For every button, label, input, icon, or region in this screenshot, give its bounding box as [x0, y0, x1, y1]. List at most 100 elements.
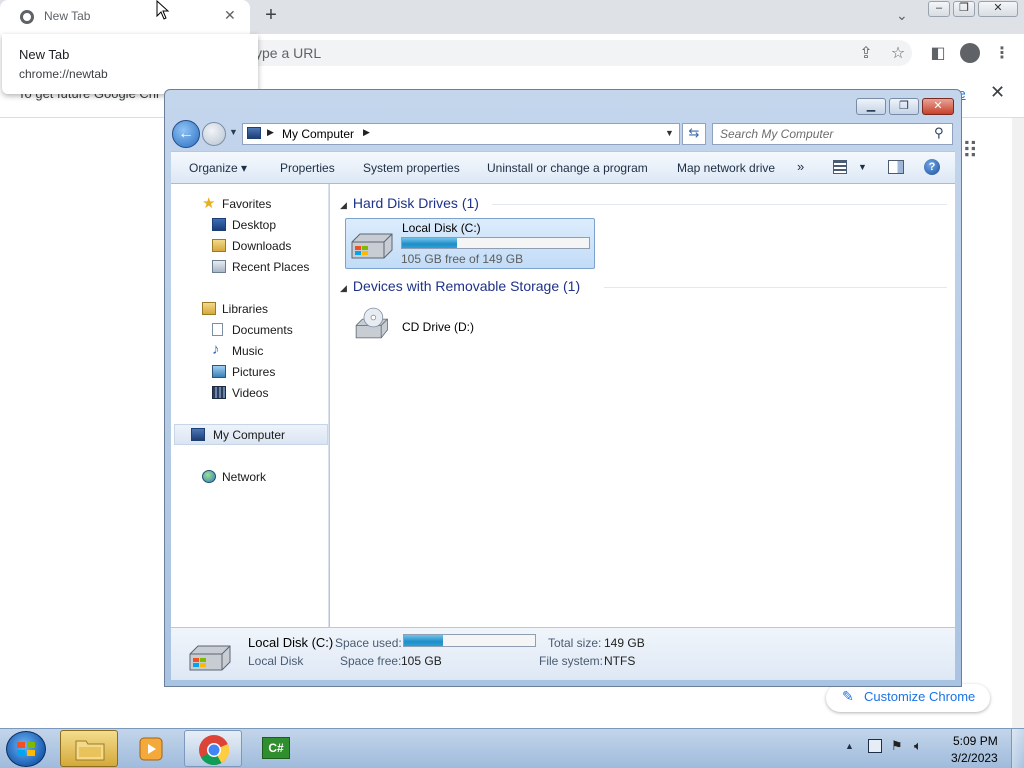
mouse-cursor-icon — [156, 0, 170, 20]
side-panel-icon[interactable]: ◧ — [928, 43, 948, 63]
show-hidden-icons-chevron-icon[interactable]: ▲ — [845, 741, 854, 751]
preview-pane-icon[interactable] — [888, 160, 904, 174]
nav-item-network[interactable]: Network — [190, 467, 326, 487]
nav-label: Favorites — [222, 197, 272, 211]
explorer-close-button[interactable]: ✕ — [922, 98, 954, 115]
breadcrumb-arrow-icon[interactable]: ▶ — [267, 127, 274, 138]
share-icon[interactable]: ⇪ — [856, 43, 876, 63]
tab-hover-card — [2, 34, 258, 94]
chrome-favicon-icon — [20, 10, 34, 24]
details-space-used-label: Space used: — [335, 636, 402, 650]
details-total-size-label: Total size: — [548, 636, 602, 650]
show-desktop-button[interactable] — [1011, 729, 1024, 768]
network-tray-icon[interactable] — [868, 739, 882, 753]
explorer-minimize-button[interactable]: ▁ — [856, 98, 886, 115]
drive-c-usage-fill — [402, 238, 457, 248]
profile-avatar-icon[interactable] — [960, 43, 980, 63]
infobar-close-icon[interactable]: ✕ — [990, 82, 1005, 103]
back-arrow-icon[interactable]: ← — [172, 120, 200, 148]
breadcrumb-arrow-icon[interactable]: ▶ — [363, 127, 370, 138]
chrome-minimize-button[interactable]: – — [928, 1, 950, 17]
videos-icon — [212, 386, 226, 399]
details-drive-name: Local Disk (C:) — [248, 635, 334, 650]
music-note-icon: ♪ — [212, 341, 220, 358]
network-globe-icon — [202, 470, 216, 483]
pictures-icon — [212, 365, 226, 378]
media-player-icon — [139, 737, 163, 761]
taskbar-explorer-button[interactable] — [60, 730, 118, 767]
new-tab-button[interactable]: + — [260, 4, 282, 27]
group-divider — [604, 287, 947, 288]
recent-pages-chevron-icon[interactable]: ▼ — [229, 127, 238, 137]
nav-item-documents[interactable]: Documents — [200, 320, 336, 340]
nav-label: Videos — [232, 386, 269, 400]
properties-button[interactable]: Properties — [280, 161, 335, 175]
help-icon[interactable]: ? — [924, 159, 940, 175]
uninstall-program-button[interactable]: Uninstall or change a program — [487, 161, 648, 175]
cd-drive-icon[interactable] — [348, 305, 394, 341]
nav-item-recent-places[interactable]: Recent Places — [200, 257, 336, 277]
chrome-close-button[interactable]: ✕ — [978, 1, 1018, 17]
explorer-restore-button[interactable]: ❐ — [889, 98, 919, 115]
search-icon[interactable]: ⚲ — [934, 125, 944, 141]
chrome-tab-new-tab[interactable]: New Tab ✕ — [0, 0, 250, 34]
details-file-system-value: NTFS — [604, 654, 636, 668]
hard-drive-icon — [189, 645, 231, 671]
address-dropdown-icon[interactable]: ▼ — [665, 128, 674, 138]
chrome-menu-icon[interactable]: ⋮ — [992, 43, 1012, 63]
nav-label: My Computer — [213, 428, 286, 442]
action-center-flag-icon[interactable]: ⚑ — [891, 739, 905, 753]
view-dropdown-icon[interactable]: ▼ — [858, 162, 867, 172]
map-network-drive-button[interactable]: Map network drive — [677, 161, 775, 175]
nav-label: Desktop — [232, 218, 277, 232]
my-computer-icon — [191, 428, 205, 441]
details-space-used-fill — [404, 635, 443, 646]
refresh-icon[interactable]: ⇆ — [682, 123, 706, 145]
hover-card-title: New Tab — [19, 47, 70, 62]
clock-time[interactable]: 5:09 PM — [953, 734, 998, 748]
chrome-restore-button[interactable]: ❐ — [953, 1, 975, 17]
cd-drive-name[interactable]: CD Drive (D:) — [402, 320, 474, 334]
nav-label: Music — [232, 344, 264, 358]
group-header-label: Devices with Removable Storage (1) — [352, 278, 581, 294]
nav-item-libraries[interactable]: Libraries — [190, 299, 326, 319]
libraries-icon — [202, 302, 216, 315]
organize-button[interactable]: Organize ▾ — [189, 161, 247, 175]
nav-item-favorites[interactable]: ★ Favorites — [190, 194, 326, 214]
desktop-icon — [212, 218, 226, 231]
clock-date[interactable]: 3/2/2023 — [951, 751, 998, 765]
hover-card-url: chrome://newtab — [19, 67, 108, 81]
pencil-icon: ✎ — [842, 688, 854, 704]
documents-icon — [212, 323, 223, 336]
tab-close-icon[interactable]: ✕ — [224, 7, 236, 24]
tab-search-chevron-icon[interactable]: ⌄ — [896, 7, 908, 24]
google-apps-grid-icon[interactable]: ⠿ — [962, 138, 978, 164]
nav-item-videos[interactable]: Videos — [200, 383, 336, 403]
taskbar-chrome-button[interactable] — [184, 730, 242, 767]
nav-label: Documents — [232, 323, 293, 337]
more-commands-button[interactable]: » — [797, 159, 804, 174]
nav-item-downloads[interactable]: Downloads — [200, 236, 336, 256]
nav-label: Libraries — [222, 302, 269, 316]
details-space-free-label: Space free: — [340, 654, 402, 668]
taskbar-media-player-button[interactable] — [122, 730, 180, 767]
page-scrollbar[interactable] — [1012, 118, 1024, 728]
breadcrumb-my-computer[interactable]: My Computer — [282, 127, 354, 141]
volume-speaker-icon[interactable]: 🔈︎ — [914, 739, 928, 753]
forward-arrow-icon[interactable] — [202, 122, 226, 146]
details-total-size-value: 149 GB — [604, 636, 645, 650]
nav-item-pictures[interactable]: Pictures — [200, 362, 336, 382]
change-view-icon[interactable] — [833, 160, 847, 174]
nav-label: Recent Places — [232, 260, 310, 274]
folder-icon — [75, 740, 105, 761]
details-drive-type: Local Disk — [248, 654, 304, 668]
group-header-hard-disk-drives[interactable]: ◢ Hard Disk Drives (1) — [340, 195, 479, 211]
bookmark-star-icon[interactable]: ☆ — [888, 43, 908, 63]
group-header-removable-storage[interactable]: ◢ Devices with Removable Storage (1) — [340, 278, 580, 294]
nav-item-desktop[interactable]: Desktop — [200, 215, 336, 235]
taskbar-csharp-button[interactable]: C# — [246, 730, 304, 767]
group-header-label: Hard Disk Drives (1) — [352, 195, 479, 211]
nav-item-my-computer[interactable]: My Computer — [174, 424, 328, 445]
system-properties-button[interactable]: System properties — [363, 161, 460, 175]
nav-item-music[interactable]: ♪ Music — [200, 341, 336, 361]
